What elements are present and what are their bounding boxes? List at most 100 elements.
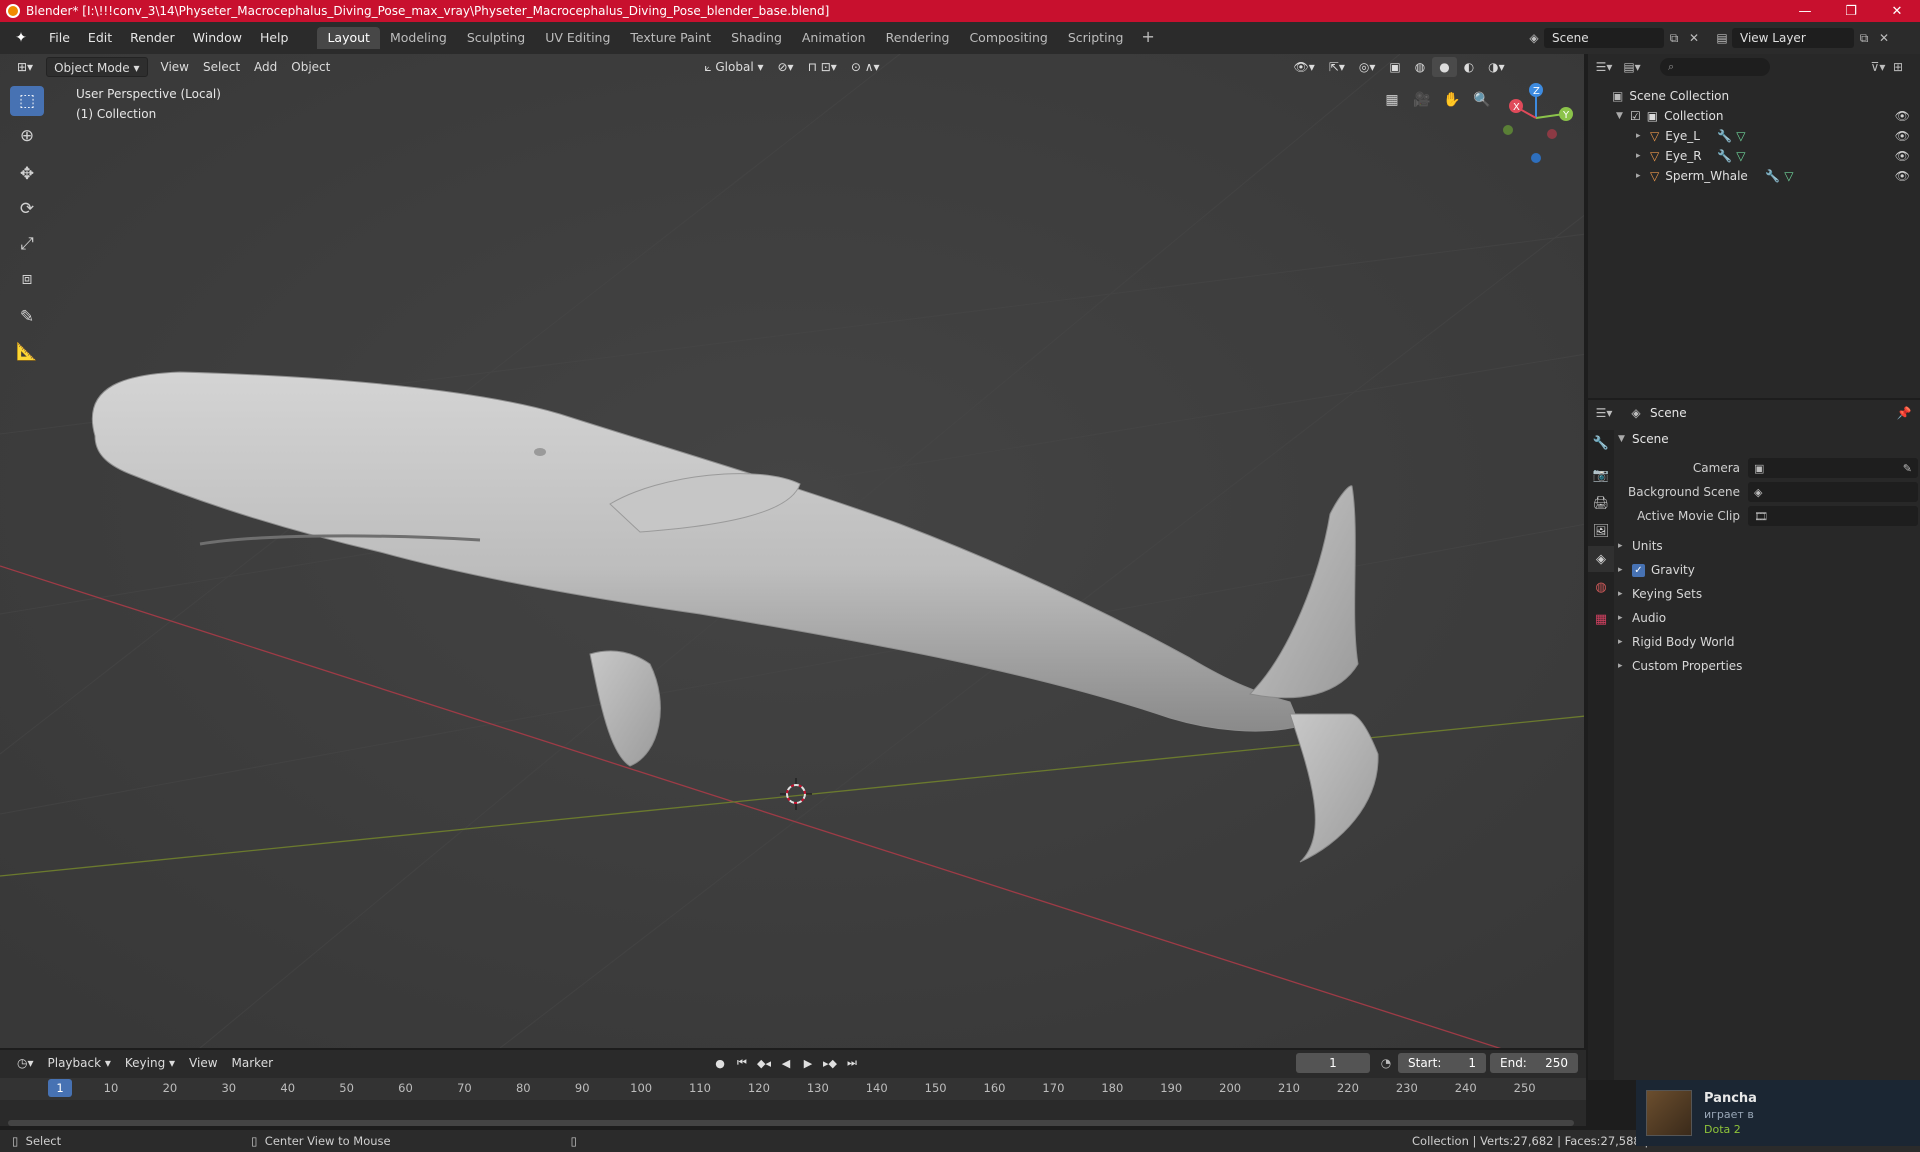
- eyedropper-icon[interactable]: ✎: [1903, 462, 1912, 475]
- outliner-search-input[interactable]: ⌕: [1660, 58, 1770, 76]
- new-collection-icon[interactable]: ⊞: [1888, 57, 1908, 77]
- scene-tab-icon[interactable]: ◈: [1588, 546, 1614, 572]
- mesh-data-icon[interactable]: ▽: [1736, 129, 1745, 143]
- collapse-icon[interactable]: ▼: [1616, 111, 1630, 121]
- menu-window[interactable]: Window: [184, 27, 251, 49]
- tab-animation[interactable]: Animation: [792, 27, 876, 49]
- view-layer-tab-icon[interactable]: 🖼: [1588, 518, 1614, 544]
- outliner-item-eye-r[interactable]: ▸ ▽ Eye_R 🔧 ▽ 👁: [1588, 146, 1920, 166]
- texture-tab-icon[interactable]: ▦: [1588, 606, 1614, 632]
- eye-icon[interactable]: 👁: [1895, 149, 1910, 163]
- tab-rendering[interactable]: Rendering: [876, 27, 960, 49]
- new-view-layer-icon[interactable]: ⧉: [1854, 28, 1874, 48]
- 3d-viewport[interactable]: Z Y X ⊞▾ Object Mode ▾ View Select Add O…: [0, 54, 1586, 1048]
- close-button[interactable]: ✕: [1874, 0, 1920, 22]
- menu-timeline-view[interactable]: View: [182, 1053, 224, 1073]
- scene-field[interactable]: Scene: [1544, 28, 1664, 48]
- menu-add[interactable]: Add: [247, 57, 284, 77]
- camera-view-icon[interactable]: 🎥: [1410, 88, 1434, 112]
- grid-view-icon[interactable]: ▦: [1380, 88, 1404, 112]
- rotate-tool-icon[interactable]: ⟳: [10, 194, 44, 224]
- measure-tool-icon[interactable]: 📐: [10, 337, 44, 367]
- menu-edit[interactable]: Edit: [79, 27, 121, 49]
- rigid-body-world-panel[interactable]: ▸ Rigid Body World: [1618, 630, 1918, 654]
- menu-render[interactable]: Render: [121, 27, 184, 49]
- clock-icon[interactable]: ◔: [1376, 1053, 1396, 1073]
- gravity-checkbox[interactable]: ✓: [1632, 563, 1645, 577]
- movie-clip-field[interactable]: 🎞: [1748, 506, 1918, 526]
- shading-material-icon[interactable]: ◐: [1457, 57, 1481, 77]
- scale-tool-icon[interactable]: ⤢: [10, 229, 44, 259]
- mesh-data-icon[interactable]: ▽: [1736, 149, 1745, 163]
- scene-panel-header[interactable]: ▼ Scene: [1618, 428, 1918, 450]
- shading-wireframe-icon[interactable]: ◍: [1408, 57, 1432, 77]
- timeline-scrollbar[interactable]: [8, 1120, 1574, 1126]
- world-tab-icon[interactable]: ◍: [1588, 574, 1614, 600]
- pin-icon[interactable]: 📌: [1894, 403, 1914, 423]
- prev-keyframe-icon[interactable]: ◆◂: [754, 1053, 774, 1073]
- filter-icon[interactable]: ⊽▾: [1868, 57, 1888, 77]
- move-tool-icon[interactable]: ✥: [10, 159, 44, 189]
- snap-icon[interactable]: ⊓ ⊡▾: [801, 57, 844, 77]
- visibility-icon[interactable]: 👁▾: [1287, 57, 1322, 77]
- view-layer-icon[interactable]: ▤: [1712, 28, 1732, 48]
- current-frame-field[interactable]: 1: [1296, 1053, 1370, 1073]
- background-scene-field[interactable]: ◈: [1748, 482, 1918, 502]
- proportional-edit-icon[interactable]: ⊙ ∧▾: [844, 57, 887, 77]
- blender-menu-icon[interactable]: ✦: [10, 27, 32, 49]
- modifier-icon[interactable]: 🔧: [1717, 129, 1732, 143]
- new-scene-icon[interactable]: ⧉: [1664, 28, 1684, 48]
- shading-solid-icon[interactable]: ●: [1432, 57, 1457, 77]
- menu-playback[interactable]: Playback ▾: [41, 1053, 118, 1073]
- tool-tab-icon[interactable]: 🔧: [1588, 430, 1614, 456]
- menu-file[interactable]: File: [40, 27, 79, 49]
- outliner-scene-collection[interactable]: ▣ Scene Collection: [1588, 86, 1920, 106]
- expand-icon[interactable]: ▸: [1636, 151, 1650, 161]
- menu-keying[interactable]: Keying ▾: [118, 1053, 182, 1073]
- custom-properties-panel[interactable]: ▸ Custom Properties: [1618, 654, 1918, 678]
- xray-icon[interactable]: ▣: [1382, 57, 1407, 77]
- pivot-icon[interactable]: ⊘▾: [771, 57, 801, 77]
- mode-dropdown[interactable]: Object Mode ▾: [46, 57, 148, 77]
- expand-icon[interactable]: ▸: [1636, 131, 1650, 141]
- eye-icon[interactable]: 👁: [1895, 129, 1910, 143]
- play-icon[interactable]: ▶: [798, 1053, 818, 1073]
- timeline-editor-type-icon[interactable]: ◷▾: [10, 1053, 41, 1073]
- expand-icon[interactable]: ▸: [1636, 171, 1650, 181]
- add-workspace-button[interactable]: +: [1133, 27, 1162, 49]
- tab-texture-paint[interactable]: Texture Paint: [620, 27, 721, 49]
- record-icon[interactable]: ●: [710, 1053, 730, 1073]
- current-frame-marker[interactable]: 1: [48, 1079, 72, 1097]
- tab-scripting[interactable]: Scripting: [1058, 27, 1134, 49]
- scene-icon[interactable]: ◈: [1524, 28, 1544, 48]
- modifier-icon[interactable]: 🔧: [1765, 169, 1780, 183]
- menu-marker[interactable]: Marker: [225, 1053, 280, 1073]
- cursor-tool-icon[interactable]: ⊕: [10, 121, 44, 151]
- next-keyframe-icon[interactable]: ▸◆: [820, 1053, 840, 1073]
- tab-uv-editing[interactable]: UV Editing: [535, 27, 620, 49]
- annotate-tool-icon[interactable]: ✎: [10, 302, 44, 332]
- outliner-collection[interactable]: ▼ ☑ ▣ Collection 👁: [1588, 106, 1920, 126]
- delete-view-layer-icon[interactable]: ✕: [1874, 28, 1894, 48]
- pan-hand-icon[interactable]: ✋: [1440, 88, 1464, 112]
- render-tab-icon[interactable]: 📷: [1588, 462, 1614, 488]
- eye-icon[interactable]: 👁: [1895, 169, 1910, 183]
- camera-field[interactable]: ▣ ✎: [1748, 458, 1918, 478]
- output-tab-icon[interactable]: 🖨: [1588, 490, 1614, 516]
- display-mode-icon[interactable]: ▤▾: [1622, 57, 1642, 77]
- friend-notification[interactable]: Pancha играет в Dota 2: [1636, 1080, 1920, 1146]
- overlays-icon[interactable]: ◎▾: [1352, 57, 1383, 77]
- play-reverse-icon[interactable]: ◀: [776, 1053, 796, 1073]
- menu-object[interactable]: Object: [284, 57, 337, 77]
- minimize-button[interactable]: —: [1782, 0, 1828, 22]
- properties-editor-type-icon[interactable]: ☰▾: [1594, 403, 1614, 423]
- shading-rendered-icon[interactable]: ◑▾: [1481, 57, 1512, 77]
- select-box-tool-icon[interactable]: ⬚: [10, 86, 44, 116]
- transform-tool-icon[interactable]: ⧈: [10, 264, 44, 294]
- eye-icon[interactable]: 👁: [1895, 109, 1910, 123]
- keying-sets-panel[interactable]: ▸ Keying Sets: [1618, 582, 1918, 606]
- tab-modeling[interactable]: Modeling: [380, 27, 457, 49]
- jump-start-icon[interactable]: ⏮: [732, 1053, 752, 1073]
- menu-select[interactable]: Select: [196, 57, 247, 77]
- outliner-item-eye-l[interactable]: ▸ ▽ Eye_L 🔧 ▽ 👁: [1588, 126, 1920, 146]
